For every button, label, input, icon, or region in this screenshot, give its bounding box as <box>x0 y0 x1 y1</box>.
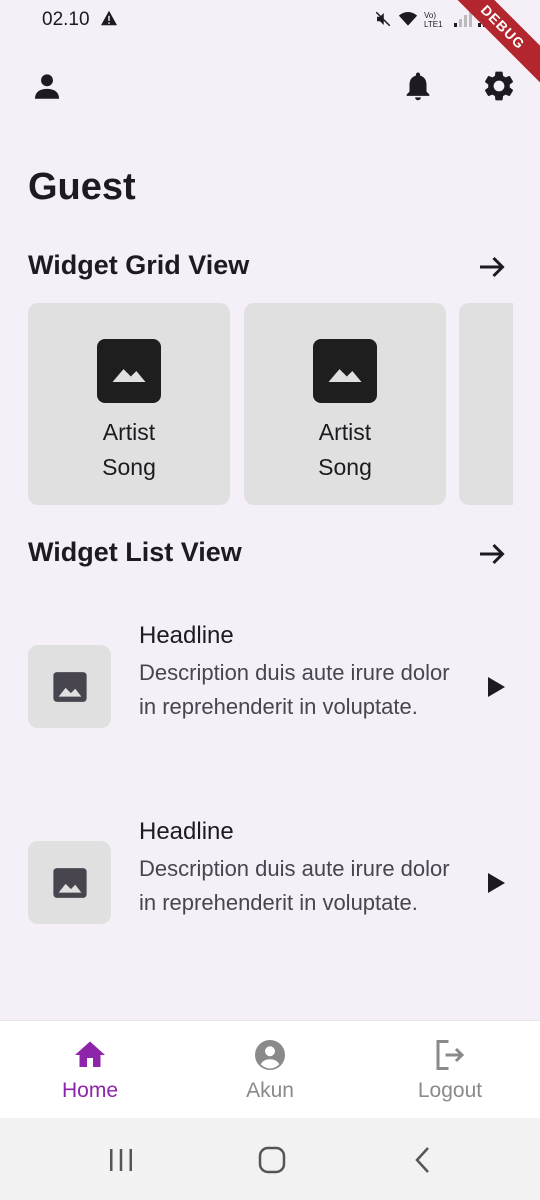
status-time: 02.10 <box>42 9 90 30</box>
notifications-button[interactable] <box>398 66 438 106</box>
list-section-title: Widget List View <box>28 537 242 567</box>
page-title: Guest <box>28 166 136 208</box>
image-icon <box>313 339 377 403</box>
arrow-right-icon <box>480 256 505 278</box>
recent-apps-button[interactable] <box>101 1142 141 1178</box>
image-icon <box>28 645 111 728</box>
profile-button[interactable] <box>27 66 67 106</box>
logout-icon <box>432 1037 468 1073</box>
grid-card-song: Song <box>102 454 156 480</box>
nav-item-akun[interactable]: Akun <box>180 1021 360 1119</box>
home-icon <box>72 1037 108 1073</box>
home-circle-icon <box>258 1146 286 1174</box>
recent-apps-icon <box>110 1149 132 1171</box>
list-item-description: Description duis aute irure dolor in rep… <box>139 856 450 915</box>
grid-card[interactable]: Artist Song <box>28 303 230 505</box>
nav-label-logout: Logout <box>417 1079 483 1102</box>
grid-card-artist: Artist <box>318 419 372 445</box>
grid-card-artist: Artist <box>102 419 156 445</box>
settings-button[interactable] <box>479 66 519 106</box>
list-item[interactable]: Headline Description duis aute irure dol… <box>0 811 540 991</box>
grid-section-title: Widget Grid View <box>28 250 250 280</box>
status-bar: 02.10 Vo) LTE1 DEBUG <box>0 0 540 90</box>
list-item-headline: Headline <box>139 622 234 649</box>
app-bar <box>0 60 540 116</box>
signal-icon <box>454 11 472 33</box>
list-item-description: Description duis aute irure dolor in rep… <box>139 660 450 719</box>
grid-card-song: Song <box>318 454 372 480</box>
volte-icon: Vo) LTE1 <box>424 10 448 34</box>
home-system-button[interactable] <box>252 1142 292 1178</box>
svg-text:Vo): Vo) <box>424 11 436 20</box>
arrow-right-icon <box>480 543 505 565</box>
wifi-icon <box>398 10 418 34</box>
bottom-nav: Home Akun Logout <box>0 1020 540 1118</box>
image-icon <box>97 339 161 403</box>
nav-label-home: Home <box>61 1079 119 1102</box>
play-icon[interactable] <box>484 871 508 895</box>
list-see-all-button[interactable] <box>474 536 510 572</box>
back-button[interactable] <box>403 1142 443 1178</box>
grid-card[interactable]: Artist Song <box>244 303 446 505</box>
gear-icon <box>484 71 514 101</box>
person-icon <box>34 74 60 99</box>
play-icon[interactable] <box>484 675 508 699</box>
nav-label-akun: Akun <box>246 1079 294 1102</box>
nav-item-home[interactable]: Home <box>0 1021 180 1119</box>
svg-text:LTE1: LTE1 <box>424 20 443 28</box>
list-item[interactable]: Headline Description duis aute irure dol… <box>0 615 540 795</box>
grid-card-partial[interactable] <box>459 303 513 505</box>
grid-see-all-button[interactable] <box>474 249 510 285</box>
list-item-headline: Headline <box>139 818 234 845</box>
account-circle-icon <box>252 1037 288 1073</box>
warning-icon <box>100 10 118 32</box>
bell-icon <box>406 72 430 101</box>
mute-icon <box>374 10 392 34</box>
nav-item-logout[interactable]: Logout <box>360 1021 540 1119</box>
back-icon <box>415 1147 429 1173</box>
grid-row: Artist Song Artist Song <box>28 303 513 505</box>
image-icon <box>28 841 111 924</box>
system-nav-bar <box>0 1118 540 1200</box>
